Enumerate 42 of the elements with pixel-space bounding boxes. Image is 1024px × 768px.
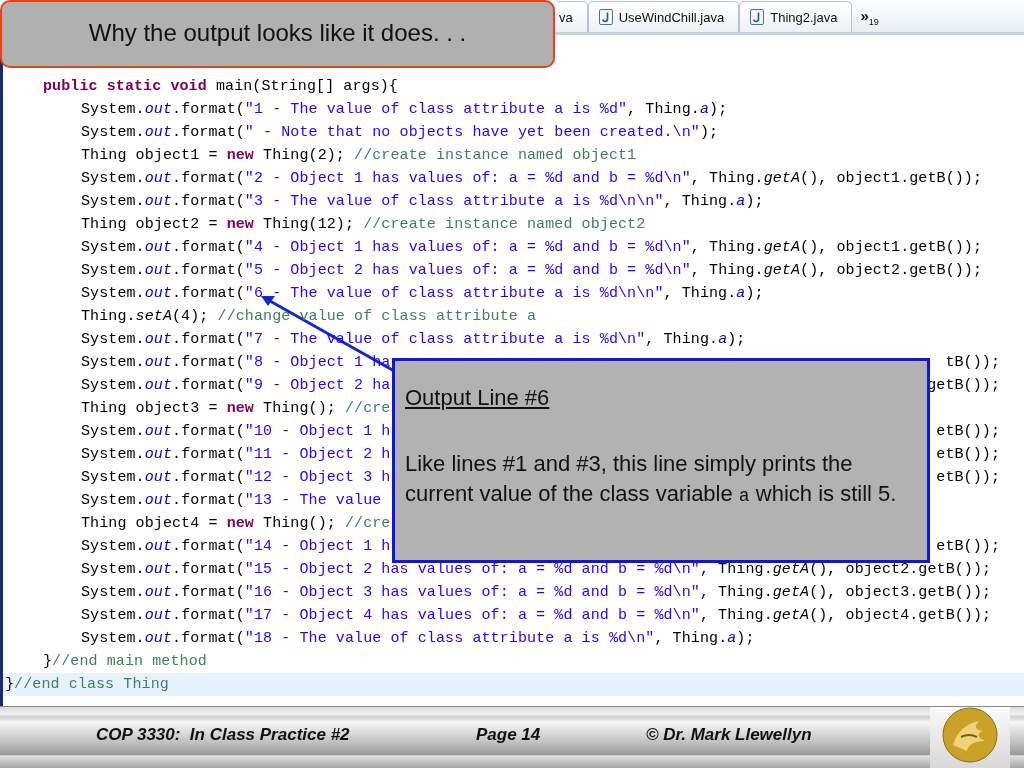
callout-text: Like lines #1 and #3, this line simply prints the current value of the class variable a which is still 5. xyxy=(405,450,898,508)
code-line: System.out.format("2 - Object 1 has values of: a = %d and b = %d\n", Thing.getA(), object1.getB()); xyxy=(81,170,983,187)
more-tabs-button[interactable]: »$_{19}$ xyxy=(852,2,887,32)
code-line: System.out.format("17 - Object 4 has values of: a = %d and b = %d\n", Thing.getA(), object4.getB()); xyxy=(81,607,992,624)
java-file-icon xyxy=(750,9,765,25)
code-line: System.out.format("1 - The value of class attribute a is %d", Thing.a); xyxy=(81,101,728,118)
code-line: }//end main method xyxy=(43,653,207,670)
code-line: System.out.format("5 - Object 2 has values of: a = %d and b = %d\n", Thing.getA(), object2.getB()); xyxy=(81,262,983,279)
code-line: System.out.format("14 - Object 1 h xyxy=(81,538,391,555)
code-line: System.out.format("10 - Object 1 h xyxy=(81,423,391,440)
code-line: Thing object1 = new Thing(2); //create instance named object1 xyxy=(81,147,637,164)
code-line-fragment: etB()); xyxy=(936,446,1000,463)
code-line: }//end class Thing xyxy=(5,676,169,693)
code-line: System.out.format("3 - The value of class attribute a is %d\n\n", Thing.a); xyxy=(81,193,764,210)
code-line: System.out.format("6 - The value of class attribute a is %d\n\n", Thing.a); xyxy=(81,285,764,302)
code-line: Thing.setA(4); //change value of class attribute a xyxy=(81,308,537,325)
editor-tab[interactable]: Thing2.java xyxy=(739,1,853,32)
code-line: Thing object2 = new Thing(12); //create instance named object2 xyxy=(81,216,646,233)
callout-title: Output Line #6 xyxy=(405,385,551,412)
code-line: System.out.format("4 - Object 1 has values of: a = %d and b = %d\n", Thing.getA(), object1.getB()); xyxy=(81,239,983,256)
code-line: System.out.format("13 - The value xyxy=(81,492,382,509)
code-line-fragment: tB()); xyxy=(945,354,1000,371)
course-title: COP 3330: In Class Practice #2 xyxy=(96,724,351,745)
code-line: System.out.format("9 - Object 2 ha xyxy=(81,377,391,394)
code-line-fragment: etB()); xyxy=(936,423,1000,440)
code-line: Thing object4 = new Thing(); //cre xyxy=(81,515,391,532)
code-line: System.out.format("12 - Object 3 h xyxy=(81,469,391,486)
page-number: Page 14 xyxy=(476,724,542,745)
code-line: System.out.format(" - Note that no objects have yet been created.\n"); xyxy=(81,124,719,141)
editor-tab[interactable]: va xyxy=(556,1,588,32)
author-credit: © Dr. Mark Llewellyn xyxy=(646,724,813,745)
code-line: public static void main(String[] args){ xyxy=(43,78,398,95)
java-file-icon xyxy=(598,9,613,25)
code-line-fragment: etB()); xyxy=(936,469,1000,486)
pegasus-logo-icon xyxy=(939,707,1001,763)
editor-tab[interactable]: UseWindChill.java xyxy=(587,1,740,32)
code-line: Thing object3 = new Thing(); //cre xyxy=(81,400,391,417)
code-line: System.out.format("18 - The value of class attribute a is %d\n", Thing.a); xyxy=(81,630,755,647)
code-line: System.out.format("11 - Object 2 h xyxy=(81,446,391,463)
code-line-fragment: etB()); xyxy=(936,538,1000,555)
code-line: System.out.format("16 - Object 3 has values of: a = %d and b = %d\n", Thing.getA(), object3.getB()); xyxy=(81,584,992,601)
slide-title: Why the output looks like it does. . . xyxy=(0,0,555,68)
